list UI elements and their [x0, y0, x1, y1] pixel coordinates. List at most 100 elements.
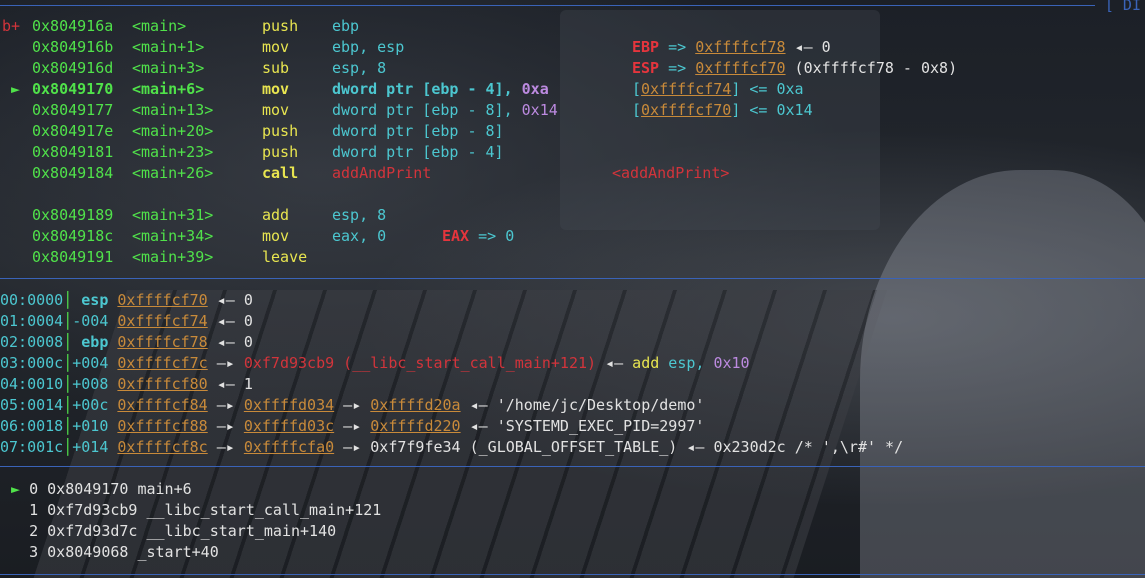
stack-token: 03:000c [0, 354, 64, 372]
annotation-token: [ [632, 80, 642, 98]
disasm-line[interactable]: 0x8049177 <main+13> mov dword ptr [ebp - 8]… [0, 100, 1145, 121]
frame-marker: ► [2, 480, 30, 498]
stack-token: 0xffffd034 [243, 396, 335, 414]
stack-token: 0xffffcf74 [117, 312, 208, 330]
operand-token: ebp, esp [332, 38, 405, 56]
bottom-separator [0, 574, 1145, 575]
instruction-address: 0x804916a [32, 17, 114, 35]
stack-token: +004 [72, 354, 118, 372]
instruction-symbol: <main+34> [132, 227, 214, 245]
operand-token: dword ptr [ebp - 8], [332, 101, 522, 119]
backtrace-frame[interactable]: ► 0 0x8049170 main+6 [2, 479, 192, 500]
stack-token: │ [63, 438, 73, 456]
stack-entry[interactable]: 06:0018│+010 0xffffcf88 —▸ 0xffffd03c —▸… [0, 416, 704, 437]
instruction-annotation: [0xffffcf70] <= 0x14 [632, 100, 813, 121]
instruction-annotation: [0xffffcf74] <= 0xa [632, 79, 804, 100]
stack-entry[interactable]: 07:001c│+014 0xffffcf8c —▸ 0xffffcfa0 —▸… [0, 437, 903, 458]
instruction-symbol: <main+20> [132, 122, 214, 140]
stack-token: 0xffffd20a [370, 396, 461, 414]
disasm-line[interactable]: 0x8049181 <main+23> push dword ptr [ebp - 4… [0, 142, 1145, 163]
stack-entry[interactable]: 02:0008│ ebp 0xffffcf78 ◂— 0 [0, 332, 253, 353]
disasm-line[interactable]: ► 0x8049170 <main+6> mov dword ptr [ebp - 4… [0, 79, 1145, 100]
stack-token: ◂— [596, 354, 633, 372]
annotation-token: ] <= 0xa [731, 80, 804, 98]
instruction-address: 0x804918c [32, 227, 114, 245]
frame-location: 0x8049068 _start+40 [47, 543, 219, 561]
disasm-line[interactable] [0, 184, 1145, 205]
stack-entry[interactable]: 01:0004│-004 0xffffcf74 ◂— 0 [0, 311, 253, 332]
disasm-line[interactable]: b+ 0x804916a <main> push ebp [0, 16, 1145, 37]
instruction-mnemonic: mov [262, 227, 290, 245]
line-marker [2, 247, 29, 268]
backtrace-frame[interactable]: 3 0x8049068 _start+40 [2, 542, 219, 563]
instruction-mnemonic: push [262, 17, 299, 35]
instruction-symbol: <main+26> [132, 164, 214, 182]
stack-token: 0xffffcf84 [117, 396, 208, 414]
instruction-mnemonic: sub [262, 59, 290, 77]
operand-token: eax, 0 [332, 227, 387, 245]
instruction-operands: dword ptr [ebp - 8] [332, 121, 504, 142]
instruction-operands: esp, 8 [332, 58, 386, 79]
backtrace-frame[interactable]: 2 0xf7d93d7c __libc_start_main+140 [2, 521, 336, 542]
stack-token: 04:0010 [0, 375, 64, 393]
instruction-annotation: <addAndPrint> [612, 163, 729, 184]
stack-token: ◂— 0 [207, 333, 253, 351]
disasm-line[interactable]: 0x804917e <main+20> push dword ptr [ebp - 8… [0, 121, 1145, 142]
instruction-address: 0x804916d [32, 59, 114, 77]
stack-token: 0xffffcf8c [117, 438, 208, 456]
stack-entry[interactable]: 05:0014│+00c 0xffffcf84 —▸ 0xffffd034 —▸… [0, 395, 704, 416]
instruction-mnemonic: call [262, 164, 299, 182]
instruction-symbol: <main+13> [132, 101, 214, 119]
instruction-address: 0x8049184 [32, 164, 114, 182]
instruction-mnemonic: mov [262, 80, 290, 98]
stack-token: 0xffffcf70 [117, 291, 208, 309]
stack-token: │ [63, 291, 82, 309]
disasm-separator [0, 278, 1145, 279]
disasm-line[interactable]: 0x8049191 <main+39> leave [0, 247, 1145, 268]
stack-token: —▸ [334, 396, 371, 414]
stack-entry[interactable]: 04:0010│+008 0xffffcf80 ◂— 1 [0, 374, 253, 395]
stack-token: 06:0018 [0, 417, 64, 435]
disasm-line[interactable]: 0x804916b <main+1> mov ebp, esp EBP => 0xfff… [0, 37, 1145, 58]
annotation-token: ◂— 0 [785, 38, 831, 56]
annotation-token: => [659, 59, 696, 77]
disasm-line[interactable]: 0x804918c <main+34> mov eax, 0 EAX => 0 [0, 226, 1145, 247]
disasm-panel-header: [ DI [1104, 0, 1141, 14]
disasm-line[interactable]: 0x8049189 <main+31> add esp, 8 [0, 205, 1145, 226]
stack-token: —▸ [207, 417, 244, 435]
stack-token: —▸ 0xf7f9fe34 (_GLOBAL_OFFSET_TABLE_) ◂—… [334, 438, 904, 456]
stack-entry[interactable]: 00:0000│ esp 0xffffcf70 ◂— 0 [0, 290, 253, 311]
instruction-operands: addAndPrint [332, 163, 431, 184]
stack-separator [0, 466, 1145, 467]
top-separator [0, 5, 1095, 6]
annotation-token: => 0 [469, 227, 515, 245]
frame-location: 0xf7d93d7c __libc_start_main+140 [47, 522, 337, 540]
annotation-token: 0xffffcf78 [695, 38, 786, 56]
stack-token: │ [63, 333, 82, 351]
operand-token: esp, 8 [332, 59, 387, 77]
frame-location: 0xf7d93cb9 __libc_start_call_main+121 [47, 501, 382, 519]
instruction-address: 0x8049170 [32, 80, 114, 98]
stack-token: esp [81, 291, 118, 309]
stack-token: —▸ [207, 354, 244, 372]
disasm-line[interactable]: 0x804916d <main+3> sub esp, 8 ESP => 0xffffc… [0, 58, 1145, 79]
stack-token: 00:0000 [0, 291, 64, 309]
backtrace-frame[interactable]: 1 0xf7d93cb9 __libc_start_call_main+121 [2, 500, 381, 521]
instruction-address: 0x804917e [32, 122, 114, 140]
operand-token: 0xa [521, 80, 549, 98]
terminal-window[interactable]: [ DI b+ 0x804916a <main> push ebp 0x804916b… [0, 0, 1145, 578]
instruction-symbol: <main+39> [132, 248, 214, 266]
stack-token: 0xffffcf88 [117, 417, 208, 435]
annotation-token: 0xffffcf70 [641, 101, 732, 119]
disasm-line[interactable]: 0x8049184 <main+26> call addAndPrint <addAnd… [0, 163, 1145, 184]
line-marker [2, 226, 29, 247]
annotation-token: => [659, 38, 696, 56]
stack-entry[interactable]: 03:000c│+004 0xffffcf7c —▸ 0xf7d93cb9 (_… [0, 353, 750, 374]
stack-token: 0xffffd220 [370, 417, 461, 435]
operand-token: dword ptr [ebp - 8] [332, 122, 504, 140]
line-marker [2, 121, 29, 142]
instruction-mnemonic: push [262, 143, 299, 161]
stack-token: │ [63, 396, 73, 414]
stack-token: 0xf7d93cb9 (__libc_start_call_main+121) [243, 354, 597, 372]
instruction-operands: eax, 0 [332, 226, 386, 247]
